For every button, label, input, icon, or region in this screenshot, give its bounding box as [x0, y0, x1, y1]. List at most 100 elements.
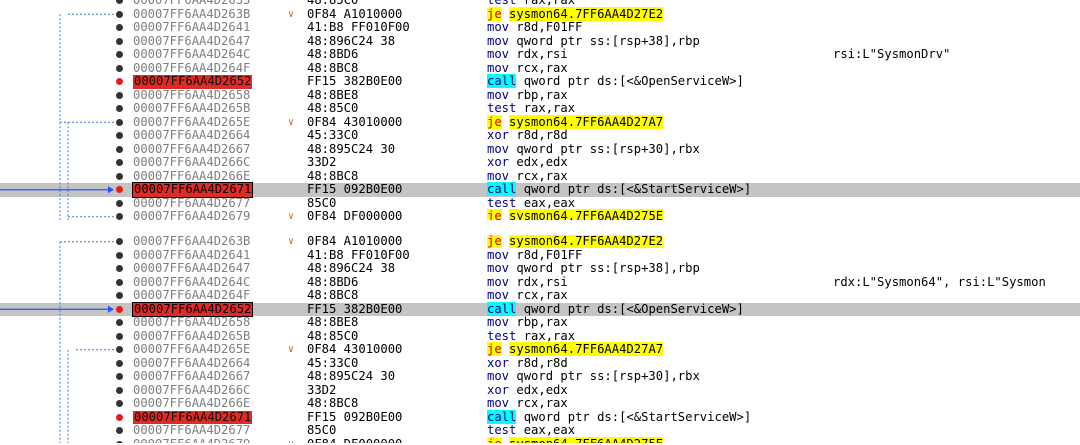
breakpoint-slot-icon[interactable] — [116, 199, 123, 207]
instruction-text[interactable]: mov rcx,rax — [487, 288, 568, 303]
address[interactable]: 00007FF6AA4D2658 — [133, 88, 250, 103]
address[interactable]: 00007FF6AA4D2658 — [133, 315, 250, 330]
disasm-row[interactable]: 00007FF6AA4D2677 85C0 test eax,eax — [0, 196, 1080, 211]
breakpoint-slot-icon[interactable] — [116, 319, 123, 326]
breakpoint-slot-icon[interactable] — [116, 332, 123, 340]
disasm-row[interactable]: 00007FF6AA4D266C 33D2 xor edx,edx — [0, 383, 1080, 398]
instruction-text[interactable]: mov rcx,rax — [487, 396, 568, 411]
breakpoint-slot-icon[interactable] — [116, 10, 123, 18]
address[interactable]: 00007FF6AA4D2647 — [133, 261, 250, 276]
disasm-row[interactable]: 00007FF6AA4D2679 ∨ 0F84 DF000000 je sysmon6… — [0, 436, 1080, 443]
address[interactable]: 00007FF6AA4D264C — [133, 275, 250, 290]
instruction-text[interactable]: call qword ptr ds:[<&StartServiceW>] — [487, 182, 751, 197]
disasm-row[interactable]: 00007FF6AA4D2677 85C0 test eax,eax — [0, 423, 1080, 438]
address[interactable]: 00007FF6AA4D264F — [133, 61, 250, 76]
breakpoint-icon[interactable] — [116, 186, 123, 193]
disasm-row[interactable]: 00007FF6AA4D265B 48:85C0 test rax,rax — [0, 101, 1080, 116]
breakpoint-slot-icon[interactable] — [116, 278, 123, 286]
breakpoint-slot-icon[interactable] — [116, 213, 123, 220]
address[interactable]: 00007FF6AA4D2664 — [133, 356, 250, 371]
address[interactable]: 00007FF6AA4D266E — [133, 396, 250, 411]
address[interactable]: 00007FF6AA4D265E — [133, 342, 250, 357]
instruction-text[interactable]: xor r8d,r8d — [487, 356, 568, 371]
address[interactable]: 00007FF6AA4D2679 — [133, 209, 250, 220]
address[interactable]: 00007FF6AA4D265B — [133, 101, 250, 116]
breakpoint-slot-icon[interactable] — [116, 24, 123, 31]
disassembly-view-bottom[interactable]: 00007FF6AA4D263B ∨ 0F84 A1010000 je sysmon6… — [0, 235, 1080, 443]
instruction-text[interactable]: je sysmon64.7FF6AA4D275E — [487, 209, 664, 220]
address[interactable]: 00007FF6AA4D2679 — [133, 437, 250, 443]
disasm-row[interactable]: 00007FF6AA4D2664 45:33C0 xor r8d,r8d — [0, 356, 1080, 371]
disasm-row[interactable]: 00007FF6AA4D265E ∨ 0F84 43010000 je sysmon6… — [0, 342, 1080, 357]
address[interactable]: 00007FF6AA4D2652 — [133, 74, 253, 89]
disasm-row[interactable]: 00007FF6AA4D2671 FF15 092B0E00 call qword … — [0, 182, 1080, 198]
breakpoint-slot-icon[interactable] — [116, 386, 123, 394]
instruction-text[interactable]: mov qword ptr ss:[rsp+38],rbp — [487, 261, 700, 276]
address[interactable]: 00007FF6AA4D266C — [133, 383, 250, 398]
instruction-text[interactable]: mov qword ptr ss:[rsp+30],rbx — [487, 142, 700, 157]
disasm-row[interactable]: 00007FF6AA4D2641 41:B8 FF010F00 mov r8d,F0… — [0, 248, 1080, 263]
disasm-row[interactable]: 00007FF6AA4D2647 48:896C24 38 mov qword pt… — [0, 261, 1080, 276]
address[interactable]: 00007FF6AA4D2677 — [133, 423, 250, 438]
breakpoint-slot-icon[interactable] — [116, 265, 123, 272]
instruction-text[interactable]: call qword ptr ds:[<&OpenServiceW>] — [487, 301, 744, 317]
instruction-text[interactable]: je sysmon64.7FF6AA4D27E2 — [487, 6, 664, 22]
disasm-row[interactable]: 00007FF6AA4D266E 48:8BC8 mov rcx,rax — [0, 396, 1080, 411]
disasm-row[interactable]: 00007FF6AA4D265E ∨ 0F84 43010000 je sysmon6… — [0, 114, 1080, 130]
disasm-row[interactable]: 00007FF6AA4D264C 48:8BD6 mov rdx,rsi rdx:L"… — [0, 275, 1080, 290]
breakpoint-slot-icon[interactable] — [116, 64, 123, 72]
disasm-row[interactable]: 00007FF6AA4D2652 FF15 382B0E00 call qword … — [0, 74, 1080, 89]
address[interactable]: 00007FF6AA4D263B — [133, 7, 250, 22]
instruction-text[interactable]: mov rcx,rax — [487, 61, 568, 76]
instruction-text[interactable]: call qword ptr ds:[<&StartServiceW>] — [487, 409, 751, 425]
instruction-text[interactable]: je sysmon64.7FF6AA4D27A7 — [487, 114, 664, 130]
instruction-text[interactable]: test rax,rax — [487, 329, 575, 344]
breakpoint-slot-icon[interactable] — [116, 440, 123, 443]
breakpoint-slot-icon[interactable] — [116, 91, 123, 99]
breakpoint-slot-icon[interactable] — [116, 251, 123, 259]
instruction-text[interactable]: xor r8d,r8d — [487, 128, 568, 143]
instruction-text[interactable]: mov rbp,rax — [487, 88, 568, 103]
disasm-row[interactable]: 00007FF6AA4D2667 48:895C24 30 mov qword pt… — [0, 142, 1080, 157]
address[interactable]: 00007FF6AA4D266C — [133, 155, 250, 170]
instruction-text[interactable]: mov r8d,F01FF — [487, 20, 582, 35]
address[interactable]: 00007FF6AA4D2677 — [133, 196, 250, 211]
address[interactable]: 00007FF6AA4D2664 — [133, 128, 250, 143]
disasm-row[interactable]: 00007FF6AA4D266E 48:8BC8 mov rcx,rax — [0, 169, 1080, 184]
breakpoint-slot-icon[interactable] — [116, 37, 123, 45]
instruction-text[interactable]: je sysmon64.7FF6AA4D27E2 — [487, 235, 664, 249]
disasm-row[interactable]: 00007FF6AA4D264F 48:8BC8 mov rcx,rax — [0, 61, 1080, 76]
address[interactable]: 00007FF6AA4D264C — [133, 47, 250, 62]
address[interactable]: 00007FF6AA4D2671 — [131, 182, 254, 198]
instruction-text[interactable]: xor edx,edx — [487, 155, 568, 170]
breakpoint-slot-icon[interactable] — [116, 172, 123, 180]
disasm-row[interactable]: 00007FF6AA4D2679 ∨ 0F84 DF000000 je sysmon6… — [0, 209, 1080, 220]
breakpoint-slot-icon[interactable] — [116, 400, 123, 407]
breakpoint-icon[interactable] — [116, 413, 123, 421]
address[interactable]: 00007FF6AA4D266E — [133, 169, 250, 184]
instruction-text[interactable]: test eax,eax — [487, 423, 575, 438]
address[interactable]: 00007FF6AA4D2671 — [133, 410, 253, 424]
address[interactable]: 00007FF6AA4D2641 — [133, 20, 250, 35]
instruction-text[interactable]: mov qword ptr ss:[rsp+30],rbx — [487, 369, 700, 384]
breakpoint-slot-icon[interactable] — [116, 145, 123, 153]
disasm-row[interactable]: 00007FF6AA4D264C 48:8BD6 mov rdx,rsi rsi:L"… — [0, 47, 1080, 62]
address[interactable]: 00007FF6AA4D265E — [133, 115, 250, 130]
address[interactable]: 00007FF6AA4D265B — [133, 329, 250, 344]
disasm-row[interactable]: 00007FF6AA4D2671 FF15 092B0E00 call qword … — [0, 409, 1080, 425]
disasm-row[interactable]: 00007FF6AA4D266C 33D2 xor edx,edx — [0, 155, 1080, 170]
instruction-text[interactable]: je sysmon64.7FF6AA4D27A7 — [487, 342, 664, 357]
disasm-row[interactable]: 00007FF6AA4D2667 48:895C24 30 mov qword pt… — [0, 369, 1080, 384]
disasm-row[interactable]: 00007FF6AA4D265B 48:85C0 test rax,rax — [0, 329, 1080, 344]
instruction-text[interactable]: je sysmon64.7FF6AA4D275E — [487, 436, 664, 443]
breakpoint-slot-icon[interactable] — [116, 359, 123, 367]
address[interactable]: 00007FF6AA4D2667 — [133, 369, 250, 384]
instruction-text[interactable]: mov rdx,rsi — [487, 47, 568, 62]
address[interactable]: 00007FF6AA4D264F — [133, 288, 250, 303]
address[interactable]: 00007FF6AA4D263B — [133, 235, 250, 249]
disassembly-view-top[interactable]: 00007FF6AA4D2635 48:85C0 test rax,rax 00007… — [0, 0, 1080, 220]
instruction-text[interactable]: mov rbp,rax — [487, 315, 568, 330]
breakpoint-slot-icon[interactable] — [116, 118, 123, 126]
instruction-text[interactable]: mov rcx,rax — [487, 169, 568, 184]
disasm-row[interactable]: 00007FF6AA4D2652 FF15 382B0E00 call qword … — [0, 301, 1080, 317]
